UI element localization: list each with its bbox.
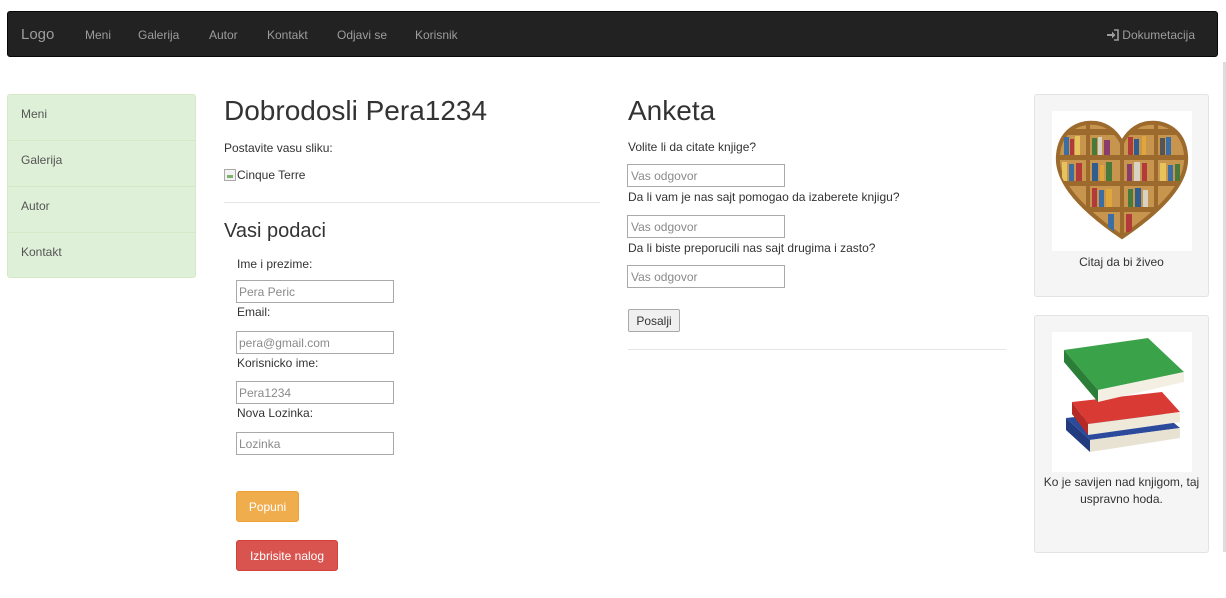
fill-button[interactable]: Popuni — [236, 491, 299, 522]
sidebar-item-autor[interactable]: Autor — [8, 187, 195, 233]
email-input[interactable] — [236, 331, 394, 354]
name-label: Ime i prezime: — [237, 257, 313, 271]
sidebar-item-galerija[interactable]: Galerija — [8, 141, 195, 187]
quote-card-caption: Ko je savijen nad knjigom, taj uspravno … — [1043, 475, 1200, 506]
poll-answer-1[interactable] — [627, 164, 785, 187]
quote-card-caption: Citaj da bi živeo — [1079, 255, 1164, 269]
divider — [628, 349, 1006, 350]
sign-in-icon — [1107, 29, 1120, 41]
username-input[interactable] — [236, 381, 394, 404]
sidebar: Meni Galerija Autor Kontakt — [7, 94, 196, 278]
poll-answer-3[interactable] — [627, 265, 785, 288]
profile-photo-alt: Cinque Terre — [237, 168, 306, 182]
poll-question-2: Da li vam je nas sajt pomogao da izabere… — [628, 190, 900, 204]
section-title: Vasi podaci — [224, 220, 326, 242]
delete-account-button[interactable]: Izbrisite nalog — [236, 540, 338, 571]
poll-question-3: Da li biste preporucili nas sajt drugima… — [628, 241, 876, 255]
divider — [224, 202, 600, 203]
username-label: Korisnicko ime: — [237, 356, 319, 370]
nav-link-kontakt[interactable]: Kontakt — [267, 28, 308, 42]
poll-title: Anketa — [628, 95, 716, 126]
nav-logo[interactable]: Logo — [21, 26, 54, 43]
name-input[interactable] — [236, 280, 394, 303]
broken-image-icon — [224, 169, 236, 181]
nav-link-odjavi-se[interactable]: Odjavi se — [337, 28, 387, 42]
quote-card: Citaj da bi živeo — [1034, 94, 1209, 297]
photo-upload-label: Postavite vasu sliku: — [224, 141, 333, 155]
email-label: Email: — [237, 305, 271, 319]
password-input[interactable] — [236, 432, 394, 455]
nav-link-korisnik[interactable]: Korisnik — [415, 28, 458, 42]
poll-question-1: Volite li da citate knjige? — [628, 140, 757, 154]
top-navbar: Logo Meni Galerija Autor Kontakt Odjavi … — [7, 11, 1218, 57]
sidebar-item-meni[interactable]: Meni — [8, 95, 195, 141]
nav-link-galerija[interactable]: Galerija — [138, 28, 179, 42]
quote-card: Ko je savijen nad knjigom, taj uspravno … — [1034, 315, 1209, 553]
sidebar-item-kontakt[interactable]: Kontakt — [8, 233, 195, 279]
nav-link-dokumentacija[interactable]: Dokumetacija — [1106, 28, 1195, 42]
profile-photo[interactable]: Cinque Terre — [224, 168, 305, 182]
nav-link-autor[interactable]: Autor — [209, 28, 238, 42]
submit-poll-button[interactable]: Posalji — [628, 309, 680, 332]
nav-doc-label: Dokumetacija — [1122, 28, 1195, 42]
poll-answer-2[interactable] — [627, 215, 785, 238]
nav-link-meni[interactable]: Meni — [85, 28, 111, 42]
page-title: Dobrodosli Pera1234 — [224, 95, 488, 126]
password-label: Nova Lozinka: — [237, 406, 314, 420]
heart-bookshelf-image — [1052, 111, 1192, 251]
stacked-books-image — [1052, 332, 1192, 472]
